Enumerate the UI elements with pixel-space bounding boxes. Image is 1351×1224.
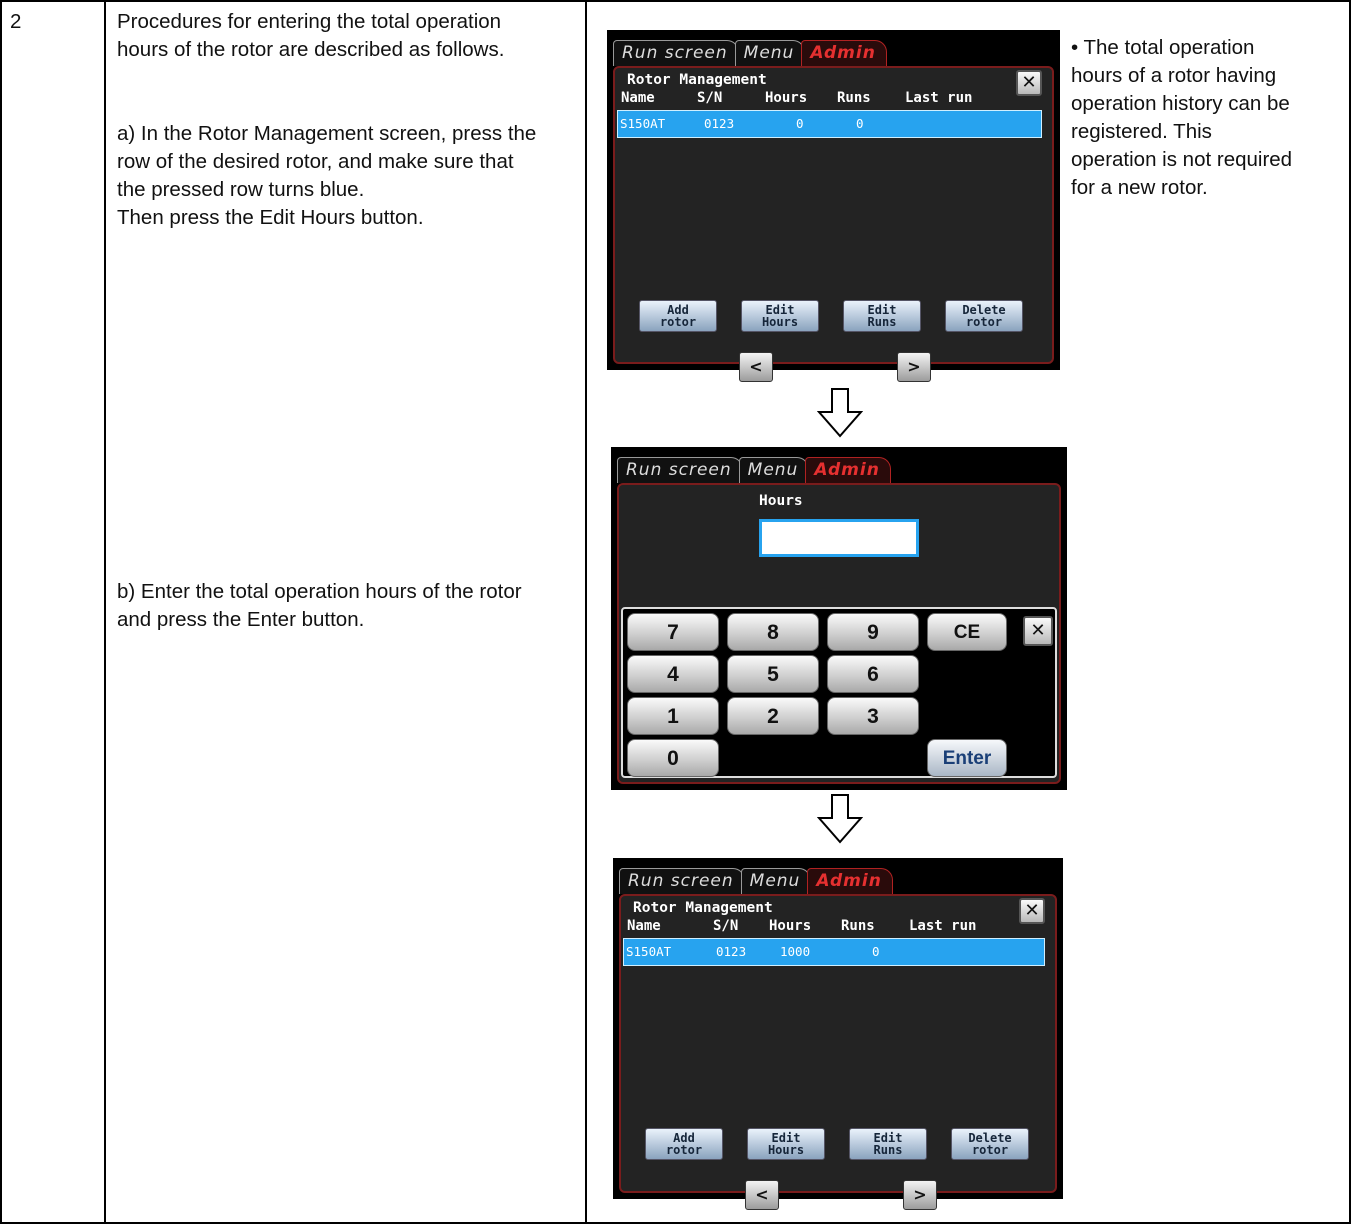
tab-bar: Run screen Menu Admin [617, 453, 891, 483]
col-last-run: Last run [909, 918, 977, 934]
rotor-management-screen-after: Run screen Menu Admin Rotor Management ✕… [613, 858, 1063, 1210]
col-name: Name [627, 918, 661, 934]
intro-text: Procedures for entering the total operat… [117, 10, 505, 61]
col-name: Name [621, 90, 655, 106]
edit-runs-button[interactable]: Edit Runs [843, 300, 921, 332]
down-arrow-icon [817, 388, 863, 438]
col-hours: Hours [765, 90, 808, 106]
prev-page-button[interactable]: < [739, 352, 773, 382]
next-page-button[interactable]: > [903, 1180, 937, 1210]
col-runs: Runs [837, 90, 871, 106]
cell-runs: 0 [856, 116, 864, 131]
tab-admin[interactable]: Admin [801, 40, 887, 66]
key-0[interactable]: 0 [627, 739, 719, 777]
col-sn: S/N [697, 90, 723, 106]
key-4[interactable]: 4 [627, 655, 719, 693]
hours-entry-screen: Run screen Menu Admin Hours 7 8 9 CE ✕ 4… [611, 447, 1067, 790]
key-2[interactable]: 2 [727, 697, 819, 735]
tab-bar: Run screen Menu Admin [613, 36, 887, 66]
edit-hours-button[interactable]: Edit Hours [741, 300, 819, 332]
tab-menu[interactable]: Menu [734, 40, 806, 66]
step-b-text: b) Enter the total operation hours of th… [117, 580, 522, 631]
page-title: Rotor Management [633, 900, 773, 916]
key-5[interactable]: 5 [727, 655, 819, 693]
key-1[interactable]: 1 [627, 697, 719, 735]
key-6[interactable]: 6 [827, 655, 919, 693]
cell-name: S150AT [620, 116, 666, 131]
hours-label: Hours [759, 493, 803, 509]
tab-admin[interactable]: Admin [807, 868, 893, 894]
next-page-button[interactable]: > [897, 352, 931, 382]
tab-run-screen[interactable]: Run screen [613, 40, 739, 66]
close-button[interactable]: ✕ [1019, 898, 1045, 924]
edit-hours-button[interactable]: Edit Hours [747, 1128, 825, 1160]
note-text: • The total operation hours of a rotor h… [1071, 36, 1293, 199]
admin-panel: Rotor Management ✕ Name S/N Hours Runs L… [619, 894, 1057, 1210]
hours-input[interactable] [759, 519, 919, 557]
tab-menu[interactable]: Menu [740, 868, 812, 894]
col-hours: Hours [769, 918, 812, 934]
key-3[interactable]: 3 [827, 697, 919, 735]
cell-hours: 1000 [780, 944, 811, 959]
admin-panel: Rotor Management ✕ Name S/N Hours Runs L… [613, 66, 1054, 382]
rotor-management-screen-before: Run screen Menu Admin Rotor Management ✕… [607, 30, 1060, 382]
keypad: 7 8 9 CE ✕ 4 5 6 1 2 3 0 Enter [621, 607, 1057, 778]
key-9[interactable]: 9 [827, 613, 919, 651]
tab-run-screen[interactable]: Run screen [617, 457, 743, 483]
tab-menu[interactable]: Menu [738, 457, 810, 483]
delete-rotor-button[interactable]: Delete rotor [951, 1128, 1029, 1160]
col-sn: S/N [713, 918, 739, 934]
edit-runs-button[interactable]: Edit Runs [849, 1128, 927, 1160]
enter-button[interactable]: Enter [927, 739, 1007, 777]
ce-button[interactable]: CE [927, 613, 1007, 651]
key-8[interactable]: 8 [727, 613, 819, 651]
col-last-run: Last run [905, 90, 973, 106]
page-title: Rotor Management [627, 72, 767, 88]
delete-rotor-button[interactable]: Delete rotor [945, 300, 1023, 332]
tab-admin[interactable]: Admin [805, 457, 891, 483]
keypad-panel: Hours 7 8 9 CE ✕ 4 5 6 1 2 3 0 Enter [617, 483, 1061, 784]
column-divider-2 [585, 0, 587, 1224]
cell-runs: 0 [872, 944, 880, 959]
key-7[interactable]: 7 [627, 613, 719, 651]
add-rotor-button[interactable]: Add rotor [645, 1128, 723, 1160]
tab-bar: Run screen Menu Admin [619, 864, 893, 894]
close-button[interactable]: ✕ [1016, 70, 1042, 96]
step-number: 2 [10, 10, 22, 33]
cell-name: S150AT [626, 944, 672, 959]
table-row-selected[interactable]: S150AT 0123 0 0 [617, 110, 1042, 138]
step-a-text: a) In the Rotor Management screen, press… [117, 122, 537, 229]
cell-sn: 0123 [704, 116, 735, 131]
prev-page-button[interactable]: < [745, 1180, 779, 1210]
close-button[interactable]: ✕ [1023, 616, 1053, 646]
col-runs: Runs [841, 918, 875, 934]
table-row-selected[interactable]: S150AT 0123 1000 0 [623, 938, 1045, 966]
cell-sn: 0123 [716, 944, 747, 959]
tab-run-screen[interactable]: Run screen [619, 868, 745, 894]
column-divider-1 [104, 0, 106, 1224]
down-arrow-icon [817, 794, 863, 844]
cell-hours: 0 [796, 116, 804, 131]
add-rotor-button[interactable]: Add rotor [639, 300, 717, 332]
